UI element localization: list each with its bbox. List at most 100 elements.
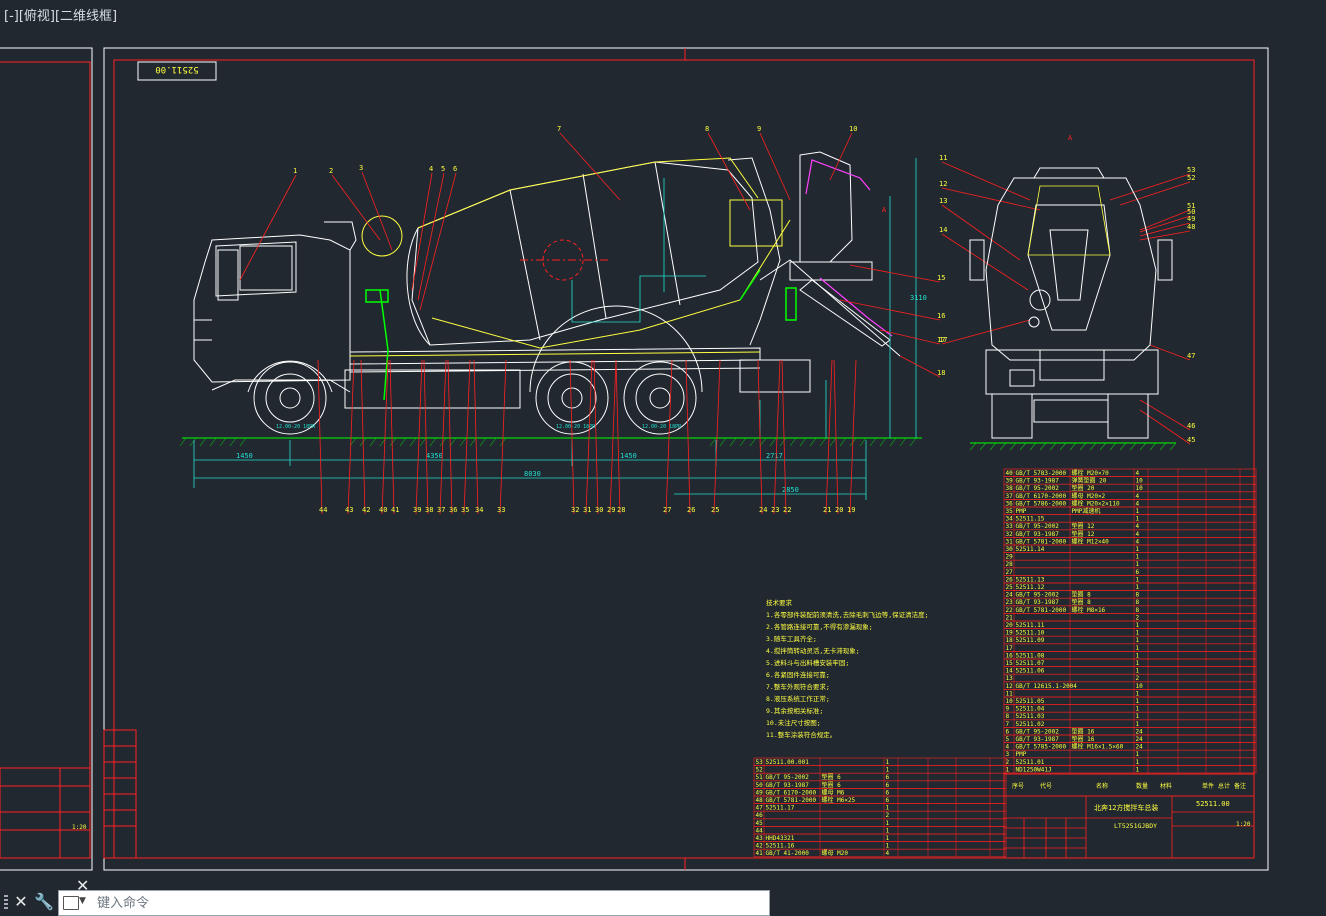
leader-line [439,359,447,515]
leader-line [665,359,673,515]
bom-cell: PMP减速机 [1072,507,1101,515]
balloon-46: 46 [1187,422,1195,430]
command-input[interactable] [95,893,759,913]
bom-row [1003,643,1257,652]
balloon-24: 24 [759,506,767,514]
bom-cell: 39 [1006,478,1014,485]
bom-cell: GB/T 95-2002 [1016,523,1060,530]
bom-cell: 52511.06 [1016,668,1045,675]
bom-cell: 1 [1136,622,1140,629]
leader-line [593,359,599,515]
bom-cell: 52511.15 [1016,516,1045,523]
bom-row [1003,506,1257,515]
balloon-45: 45 [1187,436,1195,444]
balloon-36: 36 [449,506,457,514]
bom-cell: 9 [1006,706,1010,713]
balloon-29: 29 [607,506,615,514]
bom-cell: 3 [1006,751,1010,758]
leader-line [463,359,471,515]
leader-line [473,359,479,515]
bom-cell: 17 [1006,645,1014,652]
bom-cell: 1 [1136,546,1140,553]
balloon-48: 48 [1187,223,1195,231]
balloon-19: 19 [847,506,855,514]
leader-line [447,359,453,515]
tech-requirement-line: 11.整车涂装符合规定。 [766,730,836,739]
bom-cell: 52511.08 [1016,652,1045,659]
tech-requirement-line: 8.液压系统工作正常; [766,694,830,703]
bom-header-cell: 代号 [1040,782,1052,790]
bom-cell: 52511.11 [1016,622,1045,629]
bom-cell: 6 [1006,728,1010,735]
bom-cell: PMP [1016,751,1027,758]
bom-cell: 52511.03 [1016,713,1045,720]
bom-row [1003,749,1257,759]
bom-cell: 52511.04 [1016,706,1045,713]
bom-cell: 垫圈 6 [822,773,842,781]
leader-line [879,329,941,345]
bom-cell: GB/T 5783-2000 [1016,470,1067,477]
bom-cell: 41 [756,850,764,857]
balloon-16: 16 [937,312,945,320]
bom-row [1003,559,1257,569]
balloon-20: 20 [835,506,843,514]
bom-cell: GB/T 5785-2000 [1016,744,1067,751]
bom-cell: 1 [1136,576,1140,583]
balloon-7: 7 [557,125,561,133]
bom-cell: 4 [1136,523,1140,530]
balloon-4: 4 [429,165,433,173]
leader-line [941,161,1031,201]
bom-header-cell: 数量 [1136,782,1148,790]
drawing-code-text: 52511.00 [155,64,198,74]
balloon-43: 43 [345,506,353,514]
wrench-icon[interactable]: 🔧 [34,892,54,912]
cad-drawing-canvas[interactable]: 52511.00 1450 4350 1450 2717 8030 2850 3… [0,0,1326,916]
balloon-14: 14 [939,226,947,234]
bom-cell: 螺栓 M12×40 [1072,537,1110,545]
bom-cell: 21 [1006,614,1014,621]
tire-label-2: 12.00-20 18PR [556,424,596,430]
bom-cell: 2 [886,812,890,819]
prompt-icon[interactable] [63,896,79,910]
command-input-wrap[interactable]: ▼ [58,890,770,916]
bom-cell: 18 [1006,637,1014,644]
leader-line [499,359,507,515]
bom-cell: 垫圈 16 [1072,727,1095,735]
bom-row [1003,552,1257,561]
bom-cell: 46 [756,812,764,819]
bom-cell: GB/T 95-2002 [1016,728,1060,735]
bom-cell: 垫圈 6 [822,781,842,789]
bom-cell: 1 [886,820,890,827]
bom-cell: 垫圈 8 [1072,598,1092,606]
bom-cell: 42 [756,843,764,850]
dim-label-3: 1450 [620,452,637,460]
balloon-44: 44 [319,506,327,514]
dim-label-2: 4350 [426,452,443,460]
bom-cell: 螺母 M20 [822,849,849,857]
bom-cell: 1 [1136,637,1140,644]
bom-row [1003,567,1257,576]
bom-cell: 6 [886,774,890,781]
bom-cell: 50 [756,782,764,789]
bom-row [753,765,1007,774]
bom-cell: ND1250W41J [1016,766,1052,773]
bom-cell: GB/T 6170-2000 [766,789,817,796]
bom-table-right: 40 GB/T 5783-2000 螺栓 M20×70 439 GB/T 93-1987… [1003,468,1257,773]
bom-cell: 10 [1006,698,1014,705]
bom-cell: 6 [1136,569,1140,576]
command-line-bar: ✕ 🔧 ▼ [0,888,770,916]
bom-cell: 38 [1006,485,1014,492]
section-mark-rear: A [1068,134,1073,142]
chevron-down-icon[interactable]: ▼ [79,896,86,906]
tech-requirement-line: 4.搅拌筒转动灵活,无卡滞现象; [766,646,860,655]
tech-requirement-line: 10.未注尺寸按图; [766,718,821,727]
bom-cell: 28 [1006,561,1014,568]
balloon-32: 32 [571,506,579,514]
balloon-53: 53 [1187,166,1195,174]
balloon-49: 49 [1187,215,1195,223]
bom-cell: 5 [1006,736,1010,743]
balloon-22: 22 [783,506,791,514]
balloon-28: 28 [617,506,625,514]
drag-handle-icon[interactable] [4,895,8,909]
close-icon[interactable]: ✕ [12,892,30,912]
